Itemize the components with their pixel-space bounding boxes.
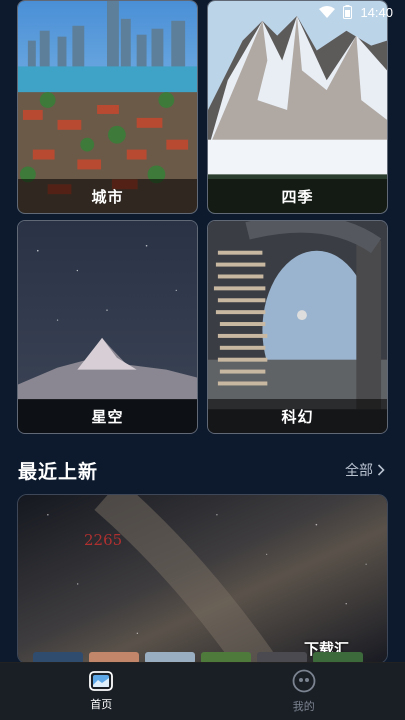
image-icon (89, 671, 114, 691)
tab-label: 我的 (292, 700, 315, 713)
category-label: 四季 (208, 179, 387, 213)
tab-profile[interactable]: 我的 (203, 663, 405, 720)
recent-section-header: 最近上新 全部 (18, 455, 385, 485)
section-title: 最近上新 (18, 460, 99, 483)
profile-icon (292, 669, 316, 693)
status-bar: 14:40 (0, 0, 405, 24)
tab-home[interactable]: 首页 (0, 663, 203, 720)
category-label: 科幻 (208, 399, 387, 433)
see-all-link[interactable]: 全部 (345, 460, 385, 480)
banner-number: 2265 (84, 531, 123, 549)
category-grid: 城市 四季 星空 科幻 (17, 0, 388, 434)
bottom-tab-bar: 首页 我的 (0, 662, 405, 720)
wifi-icon (319, 6, 336, 18)
tab-label: 首页 (90, 698, 113, 711)
status-time: 14:40 (360, 4, 393, 20)
category-card-starry[interactable]: 星空 (17, 220, 198, 434)
category-card-seasons[interactable]: 四季 (207, 0, 388, 214)
category-label: 星空 (18, 399, 197, 433)
battery-icon (343, 5, 353, 19)
category-label: 城市 (18, 179, 197, 213)
category-card-scifi[interactable]: 科幻 (207, 220, 388, 434)
chevron-right-icon (377, 464, 385, 476)
category-card-city[interactable]: 城市 (17, 0, 198, 214)
see-all-label: 全部 (345, 463, 373, 479)
